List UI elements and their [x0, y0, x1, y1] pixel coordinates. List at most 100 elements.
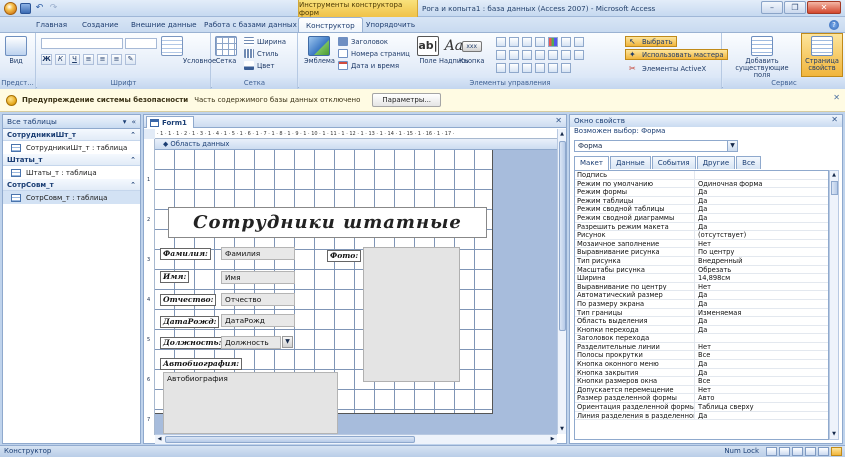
undo-icon[interactable]: ↶	[34, 3, 45, 14]
title-button[interactable]: Заголовок	[338, 36, 388, 47]
property-value[interactable]: По центру	[695, 248, 828, 256]
logo-button[interactable]: Эмблема	[304, 36, 335, 65]
property-row[interactable]: Режим сводной диаграммы Да	[575, 213, 828, 223]
property-value[interactable]: Все	[695, 351, 828, 359]
ruler-corner[interactable]	[144, 129, 155, 139]
section-header-detail[interactable]: ◆ Область данных	[155, 139, 557, 150]
name-field[interactable]: Имя	[221, 271, 295, 284]
nav-item-employees-table[interactable]: СотрудникиШт_т : таблица	[3, 141, 140, 154]
property-row[interactable]: Разделительные линии Нет	[575, 342, 828, 352]
font-name-dropdown[interactable]	[41, 38, 123, 49]
position-label[interactable]: Должность:	[160, 337, 225, 349]
property-value[interactable]: Да	[695, 214, 828, 221]
use-wizard-button[interactable]: ✦ Использовать мастера	[625, 49, 728, 60]
property-row[interactable]: Режим формы Да	[575, 188, 828, 197]
property-value[interactable]	[695, 171, 828, 179]
redo-icon[interactable]: ↷	[48, 3, 59, 14]
property-row[interactable]: Полосы прокрутки Все	[575, 351, 828, 361]
close-button[interactable]: ✕	[807, 1, 841, 14]
maximize-button[interactable]: ❐	[784, 1, 806, 14]
property-value[interactable]: Да	[695, 369, 828, 376]
radio-icon[interactable]	[574, 49, 584, 60]
property-value[interactable]: Нет	[695, 343, 828, 350]
property-value[interactable]: Внедренный	[695, 257, 828, 264]
conditional-format-button[interactable]	[161, 36, 183, 58]
view-button[interactable]: Вид	[5, 36, 27, 65]
property-value[interactable]: Да	[695, 205, 828, 213]
scroll-down-icon[interactable]: ▼	[558, 424, 566, 434]
line-icon[interactable]	[561, 36, 571, 47]
property-row[interactable]: Подпись	[575, 171, 828, 180]
property-value[interactable]: Да	[695, 188, 828, 195]
form-title-label[interactable]: Сотрудники штатные	[168, 207, 487, 238]
pivot-table-icon[interactable]	[792, 447, 803, 456]
collapse-up-icon[interactable]: ⌃	[130, 156, 136, 164]
option-group-icon[interactable]	[548, 62, 558, 73]
property-row[interactable]: Выравнивание рисунка По центру	[575, 248, 828, 257]
chevron-down-icon[interactable]: ▾	[123, 117, 127, 126]
property-row[interactable]: Кнопки перехода Да	[575, 325, 828, 335]
grid-button[interactable]: Сетка	[215, 36, 237, 65]
property-row[interactable]: Выравнивание по центру Нет	[575, 282, 828, 292]
close-icon[interactable]: ✕	[831, 115, 838, 124]
object-frame-icon[interactable]	[548, 49, 558, 60]
image-icon[interactable]	[509, 62, 519, 73]
property-sheet-button[interactable]: Страница свойств	[801, 33, 843, 77]
design-view-icon[interactable]	[831, 447, 842, 456]
tab-all[interactable]: Все	[736, 156, 762, 169]
line-style[interactable]: Стиль	[244, 48, 278, 59]
insert-page-icon[interactable]	[561, 62, 571, 73]
property-row[interactable]: Тип границы Изменяемая	[575, 308, 828, 318]
property-value[interactable]: Все	[695, 377, 828, 384]
scroll-up-icon[interactable]: ▲	[558, 129, 566, 139]
align-left-button[interactable]: ≡	[83, 54, 94, 65]
property-row[interactable]: Тип рисунка Внедренный	[575, 256, 828, 266]
nav-group-employees[interactable]: СотрудникиШт_т ⌃	[3, 129, 140, 141]
tab-other[interactable]: Другие	[696, 156, 736, 169]
birthdate-field[interactable]: ДатаРожд	[221, 314, 295, 327]
property-row[interactable]: Ширина 14,898см	[575, 274, 828, 283]
property-scrollbar[interactable]: ▲ ▼	[829, 170, 839, 440]
object-selector[interactable]: Форма ▼	[574, 140, 738, 152]
patronymic-label[interactable]: Отчество:	[160, 294, 217, 306]
property-row[interactable]: Масштабы рисунка Обрезать	[575, 265, 828, 275]
property-row[interactable]: Режим по умолчанию Одиночная форма	[575, 179, 828, 189]
nav-item-staff-table[interactable]: Штаты_т : таблица	[3, 166, 140, 179]
property-row[interactable]: Кнопка оконного меню Да	[575, 360, 828, 369]
property-value[interactable]: Авто	[695, 394, 828, 402]
activex-button[interactable]: ✂ Элементы ActiveX	[629, 63, 706, 74]
align-right-button[interactable]: ≡	[111, 54, 122, 65]
tab-control-icon[interactable]	[496, 36, 506, 47]
property-value[interactable]: Нет	[695, 386, 828, 393]
tab-create[interactable]: Создание	[75, 17, 125, 32]
birthdate-label[interactable]: ДатаРожд:	[160, 316, 220, 328]
chevron-down-icon[interactable]: ▼	[727, 141, 737, 151]
layout-view-icon[interactable]	[818, 447, 829, 456]
property-row[interactable]: Кнопка закрытия Да	[575, 368, 828, 378]
combo-icon[interactable]	[509, 49, 519, 60]
scroll-right-icon[interactable]: ▶	[548, 435, 557, 444]
date-time-button[interactable]: Дата и время	[338, 60, 399, 71]
tab-events[interactable]: События	[651, 156, 696, 169]
align-center-button[interactable]: ≡	[97, 54, 108, 65]
minimize-button[interactable]: –	[761, 1, 783, 14]
property-value[interactable]: Изменяемая	[695, 309, 828, 316]
nav-header[interactable]: Все таблицы ▾ «	[3, 115, 140, 129]
collapse-pane-icon[interactable]: «	[131, 117, 136, 126]
property-row[interactable]: Режим таблицы Да	[575, 196, 828, 206]
property-value[interactable]: Да	[695, 317, 828, 324]
listbox-icon[interactable]	[496, 49, 506, 60]
property-value[interactable]: Нет	[695, 283, 828, 290]
collapse-up-icon[interactable]: ⌃	[130, 131, 136, 139]
underline-button[interactable]: Ч	[69, 54, 80, 65]
add-existing-fields-button[interactable]: Добавить существующие поля	[727, 36, 797, 79]
tab-external-data[interactable]: Внешние данные	[124, 17, 204, 32]
surname-field[interactable]: Фамилия	[221, 247, 295, 260]
tab-arrange[interactable]: Упорядочить	[359, 17, 422, 32]
format-painter-button[interactable]: ✎	[125, 54, 136, 65]
property-value[interactable]: Таблица сверху	[695, 403, 828, 410]
property-row[interactable]: Заголовок перехода	[575, 334, 828, 343]
property-value[interactable]: Да	[695, 300, 828, 307]
tab-database-tools[interactable]: Работа с базами данных	[197, 17, 304, 32]
form-view-icon[interactable]	[766, 447, 777, 456]
